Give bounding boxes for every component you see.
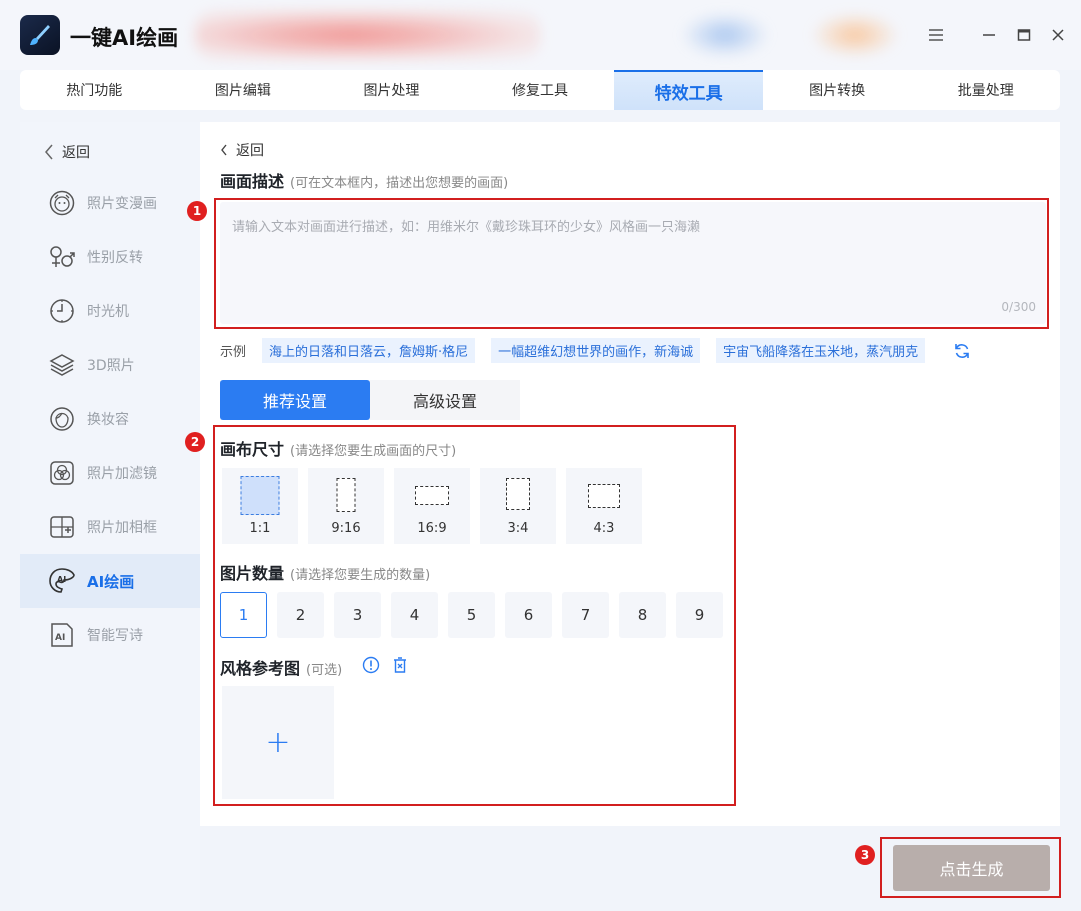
sidebar-item-label: 时光机 — [87, 304, 129, 320]
sidebar-item-photo-to-cartoon[interactable]: 照片变漫画 — [20, 176, 200, 230]
app-title: 一键AI绘画 — [70, 26, 179, 50]
tab-hot-features[interactable]: 热门功能 — [20, 70, 169, 110]
tab-image-edit[interactable]: 图片编辑 — [169, 70, 318, 110]
sidebar-item-ai-poem[interactable]: AI 智能写诗 — [20, 608, 200, 662]
annotation-box-description — [214, 198, 1049, 329]
sidebar-item-label: 性别反转 — [87, 250, 143, 266]
sidebar-item-gender-swap[interactable]: 性别反转 — [20, 230, 200, 284]
redacted-badge — [680, 12, 770, 58]
clock-icon — [48, 297, 76, 325]
ai-paint-icon: AI — [48, 567, 76, 595]
description-section-title: 画面描述 (可在文本框内，描述出您想要的画面) — [220, 168, 508, 192]
tab-advanced-settings[interactable]: 高级设置 — [370, 380, 520, 420]
makeup-icon — [48, 405, 76, 433]
annotation-badge: 3 — [855, 845, 875, 865]
example-chip[interactable]: 海上的日落和日落云，詹姆斯·格尼 — [262, 338, 476, 363]
tab-batch-process[interactable]: 批量处理 — [911, 70, 1060, 110]
gender-icon — [48, 243, 76, 271]
main-back-label: 返回 — [236, 143, 264, 159]
tab-image-convert[interactable]: 图片转换 — [763, 70, 912, 110]
top-nav: 热门功能 图片编辑 图片处理 修复工具 特效工具 图片转换 批量处理 — [20, 70, 1060, 110]
sidebar-item-photo-filter[interactable]: 照片加滤镜 — [20, 446, 200, 500]
settings-tabs: 推荐设置 高级设置 — [220, 380, 520, 420]
sidebar-item-label: 照片变漫画 — [87, 196, 157, 212]
example-prompts: 示例 海上的日落和日落云，詹姆斯·格尼 一幅超维幻想世界的画作，新海诚 宇宙飞船… — [220, 338, 971, 363]
sidebar: 返回 照片变漫画 性别反转 时光机 3D照片 换妆容 照片加滤镜 照片加相框 A… — [20, 122, 200, 911]
sidebar-item-label: 照片加滤镜 — [87, 466, 157, 482]
close-icon[interactable] — [1047, 24, 1069, 46]
sidebar-item-3d-photo[interactable]: 3D照片 — [20, 338, 200, 392]
description-hint: (可在文本框内，描述出您想要的画面) — [290, 176, 509, 191]
tab-image-process[interactable]: 图片处理 — [317, 70, 466, 110]
frame-icon — [48, 513, 76, 541]
layers-icon — [48, 351, 76, 379]
sidebar-item-makeup[interactable]: 换妆容 — [20, 392, 200, 446]
chevron-left-icon — [45, 144, 53, 160]
filter-icon — [48, 459, 76, 487]
sidebar-item-ai-painting[interactable]: AI AI绘画 — [20, 554, 200, 608]
menu-icon[interactable] — [925, 24, 947, 46]
generate-button[interactable]: 点击生成 — [893, 845, 1050, 891]
title-bar: 一键AI绘画 — [0, 0, 1081, 70]
example-chip[interactable]: 宇宙飞船降落在玉米地，蒸汽朋克 — [716, 338, 926, 363]
sidebar-item-label: 照片加相框 — [87, 520, 157, 536]
example-chip[interactable]: 一幅超维幻想世界的画作，新海诚 — [491, 338, 701, 363]
chevron-left-icon — [221, 144, 227, 156]
sidebar-item-label: 换妆容 — [87, 412, 129, 428]
main-back-button[interactable]: 返回 — [220, 140, 264, 160]
refresh-icon[interactable] — [953, 342, 971, 360]
sidebar-back-button[interactable]: 返回 — [44, 142, 90, 162]
sidebar-back-label: 返回 — [62, 145, 90, 161]
tab-recommended-settings[interactable]: 推荐设置 — [220, 380, 370, 420]
redacted-banner — [195, 10, 540, 60]
tab-repair-tools[interactable]: 修复工具 — [466, 70, 615, 110]
annotation-badge: 1 — [187, 201, 207, 221]
maximize-icon[interactable] — [1013, 24, 1035, 46]
annotation-box-settings — [213, 425, 736, 806]
redacted-badge — [810, 12, 900, 58]
ai-poem-icon: AI — [48, 621, 76, 649]
sidebar-item-label: AI绘画 — [87, 572, 135, 591]
svg-text:AI: AI — [55, 633, 65, 643]
sidebar-item-photo-frame[interactable]: 照片加相框 — [20, 500, 200, 554]
sidebar-item-label: 3D照片 — [87, 358, 135, 374]
app-logo-icon — [20, 15, 60, 55]
minimize-icon[interactable] — [978, 24, 1000, 46]
svg-text:AI: AI — [57, 575, 66, 584]
annotation-badge: 2 — [185, 432, 205, 452]
description-title: 画面描述 — [220, 172, 285, 191]
sidebar-item-label: 智能写诗 — [87, 628, 143, 644]
examples-label: 示例 — [220, 345, 247, 360]
tab-effect-tools[interactable]: 特效工具 — [614, 70, 763, 110]
cartoon-face-icon — [48, 189, 76, 217]
sidebar-item-time-machine[interactable]: 时光机 — [20, 284, 200, 338]
